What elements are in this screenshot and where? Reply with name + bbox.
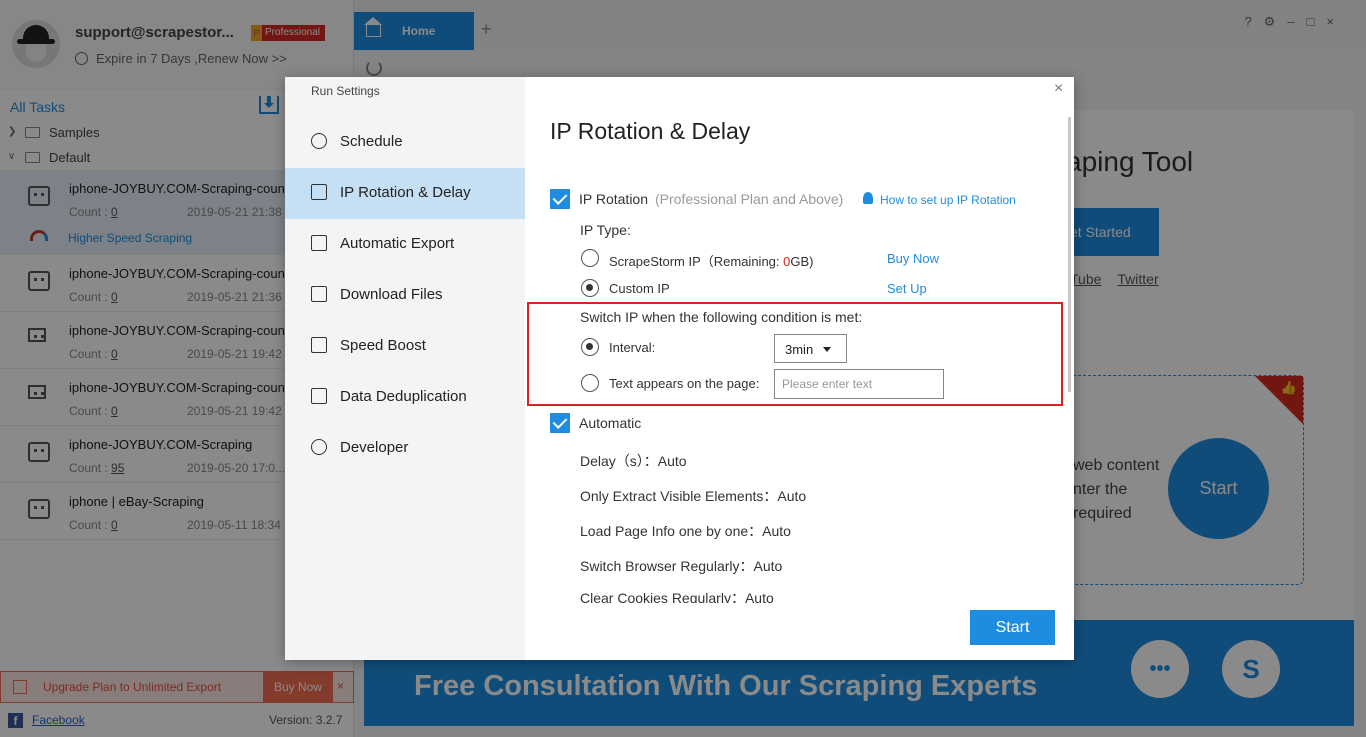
interval-radio[interactable] <box>581 338 599 356</box>
text-appears-label: Text appears on the page: <box>609 376 760 391</box>
lightbulb-icon <box>863 192 873 204</box>
load-page-setting: Load Page Info one by one：Auto <box>580 523 791 539</box>
nav-schedule[interactable]: Schedule <box>285 117 525 168</box>
delay-setting: Delay（s）：Auto <box>580 453 687 469</box>
scrapestorm-ip-label: ScrapeStorm IP（Remaining: 0GB) <box>609 254 814 269</box>
scrapestorm-ip-radio[interactable] <box>581 249 599 267</box>
switch-browser-setting: Switch Browser Regularly：Auto <box>580 558 783 574</box>
start-button[interactable]: Start <box>970 610 1055 645</box>
custom-ip-label: Custom IP <box>609 281 670 296</box>
nav-speed-boost[interactable]: Speed Boost <box>285 321 525 372</box>
custom-ip-radio[interactable] <box>581 279 599 297</box>
export-icon <box>311 235 327 251</box>
gear-icon <box>311 439 327 455</box>
automatic-checkbox[interactable] <box>550 413 570 433</box>
clipped-setting-row: Clear Cookies Regularly：Auto <box>535 585 1055 603</box>
ip-rotation-help-link[interactable]: How to set up IP Rotation <box>880 193 1016 207</box>
ip-settings-icon <box>311 184 327 200</box>
nav-ip-rotation[interactable]: IP Rotation & Delay <box>285 168 525 219</box>
dialog-title: Run Settings <box>311 84 380 98</box>
nav-label: IP Rotation & Delay <box>340 184 471 201</box>
set-up-link[interactable]: Set Up <box>887 281 927 296</box>
ip-rotation-checkbox[interactable] <box>550 189 570 209</box>
alarm-clock-icon <box>311 133 327 149</box>
nav-download-files[interactable]: Download Files <box>285 270 525 321</box>
interval-value: 3min <box>785 342 814 357</box>
ip-type-label: IP Type: <box>580 222 631 238</box>
clear-cookies-setting: Clear Cookies Regularly：Auto <box>580 590 774 603</box>
caret-down-icon <box>823 347 831 352</box>
nav-developer[interactable]: Developer <box>285 423 525 474</box>
nav-data-deduplication[interactable]: Data Deduplication <box>285 372 525 423</box>
interval-select[interactable]: 3min <box>774 334 847 363</box>
deduplicate-icon <box>311 388 327 404</box>
nav-label: Automatic Export <box>340 235 455 252</box>
content-scrollbar[interactable] <box>1068 117 1071 392</box>
trigger-text-input[interactable] <box>774 369 944 399</box>
download-file-icon <box>311 286 327 302</box>
close-dialog-button[interactable]: × <box>1054 80 1063 98</box>
nav-label: Data Deduplication <box>340 388 467 405</box>
visible-elements-setting: Only Extract Visible Elements：Auto <box>580 488 807 504</box>
nav-label: Schedule <box>340 133 403 150</box>
nav-label: Speed Boost <box>340 337 426 354</box>
interval-label: Interval: <box>609 340 656 355</box>
plan-note: (Professional Plan and Above) <box>655 191 844 207</box>
automatic-label: Automatic <box>579 415 642 431</box>
switch-condition-label: Switch IP when the following condition i… <box>580 309 863 325</box>
nav-automatic-export[interactable]: Automatic Export <box>285 219 525 270</box>
speed-chart-icon <box>311 337 327 353</box>
buy-now-link[interactable]: Buy Now <box>887 251 939 266</box>
nav-label: Download Files <box>340 286 443 303</box>
text-appears-radio[interactable] <box>581 374 599 392</box>
run-settings-dialog: Run Settings Schedule IP Rotation & Dela… <box>285 77 1074 660</box>
section-heading: IP Rotation & Delay <box>550 118 751 144</box>
ip-rotation-label: IP Rotation <box>579 191 649 207</box>
settings-nav: Run Settings Schedule IP Rotation & Dela… <box>285 77 525 660</box>
nav-label: Developer <box>340 439 409 456</box>
